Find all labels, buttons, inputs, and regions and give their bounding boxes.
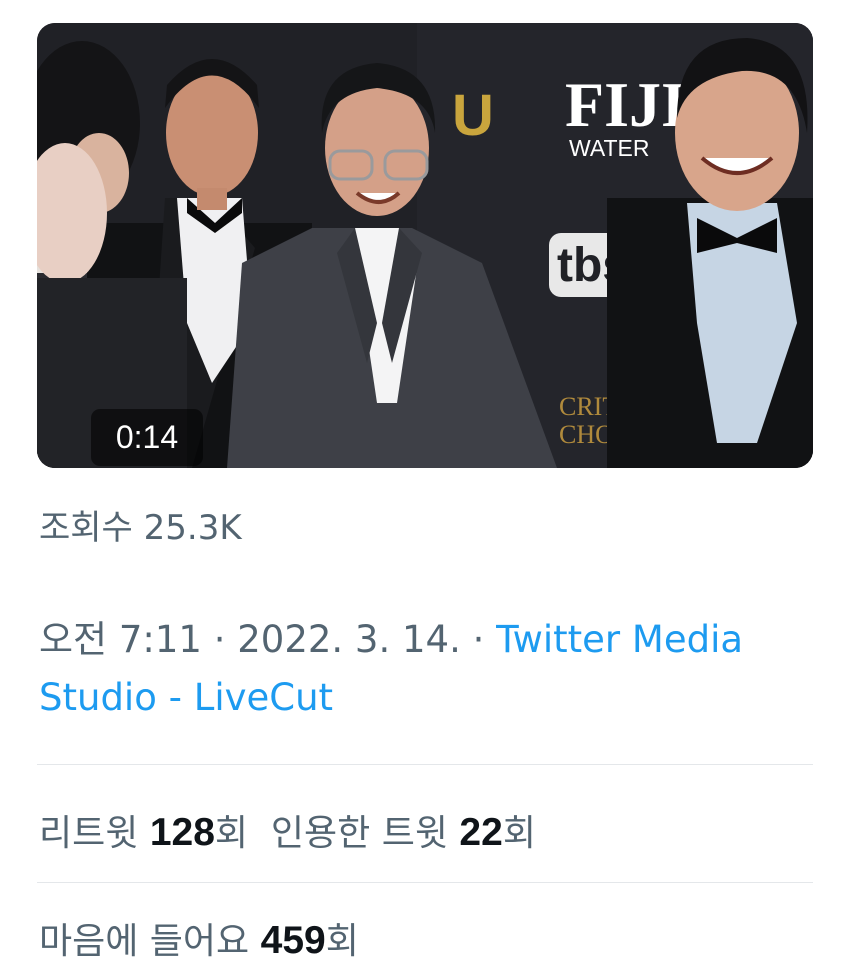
quote-tweets-label: 인용한 트윗 <box>270 813 448 854</box>
retweets-label: 리트윗 <box>39 813 139 854</box>
engagement-row: 리트윗 128회 인용한 트윗 22회 <box>39 804 536 856</box>
likes-label: 마음에 들어요 <box>39 921 250 962</box>
video-duration-badge: 0:14 <box>91 409 203 466</box>
retweets-count: 128 <box>149 811 215 854</box>
retweets-suffix: 회 <box>214 813 249 854</box>
fiji-logo-text: FIJI <box>565 69 686 140</box>
tweet-meta: 오전 7:11 · 2022. 3. 14. · Twitter Media S… <box>39 611 819 727</box>
fiji-logo-subtext: WATER <box>569 135 650 161</box>
cw-logo: U <box>452 83 494 148</box>
likes-suffix: 회 <box>325 921 359 962</box>
likes-count: 459 <box>260 919 326 962</box>
tweet-time[interactable]: 오전 7:11 <box>39 618 202 661</box>
likes-row: 마음에 들어요 459회 <box>39 912 359 964</box>
divider <box>37 764 813 765</box>
view-count: 조회수 25.3K <box>39 500 242 549</box>
video-player[interactable]: U FIJI WATER tbs CRIT CHOI 0:14 <box>37 23 813 468</box>
divider <box>37 882 813 883</box>
video-thumbnail: U FIJI WATER tbs CRIT CHOI <box>37 23 813 468</box>
meta-separator: · <box>472 618 485 661</box>
quote-tweets-count: 22 <box>459 811 503 854</box>
meta-separator: · <box>213 618 226 661</box>
view-count-label: 조회수 <box>39 508 133 548</box>
retweets-stat[interactable]: 리트윗 128회 <box>39 811 249 854</box>
tweet-date[interactable]: 2022. 3. 14. <box>237 618 461 661</box>
likes-stat[interactable]: 마음에 들어요 459회 <box>39 919 359 962</box>
quote-tweets-stat[interactable]: 인용한 트윗 22회 <box>270 811 536 854</box>
quote-tweets-suffix: 회 <box>502 813 536 854</box>
view-count-value: 25.3K <box>143 508 242 548</box>
